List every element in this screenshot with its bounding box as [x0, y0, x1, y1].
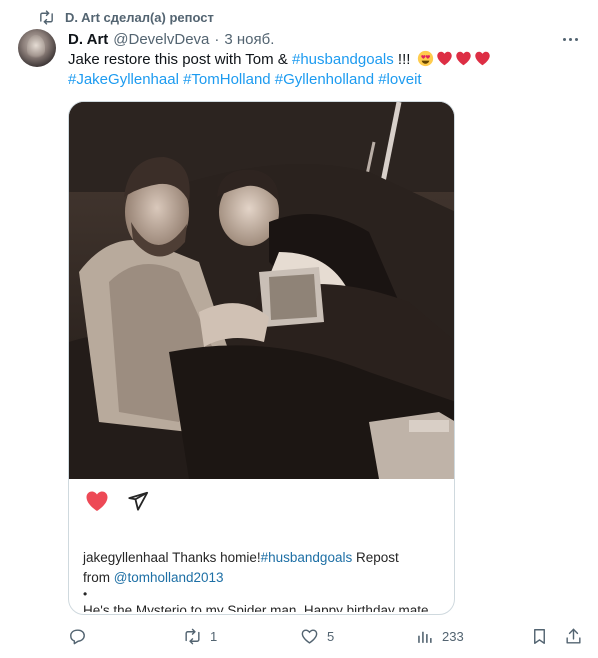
- caption-from: from: [83, 570, 114, 585]
- author-handle[interactable]: @DevelvDeva: [113, 31, 209, 48]
- red-heart-emoji: [474, 51, 490, 66]
- repost-icon: [185, 628, 200, 644]
- heart-eyes-emoji: [417, 50, 433, 67]
- share-icon: [566, 628, 581, 644]
- repost-indicator[interactable]: D. Art сделал(а) репост: [38, 8, 214, 26]
- send-icon[interactable]: [127, 490, 149, 512]
- caption-hashtag[interactable]: #husbandgoals: [261, 550, 353, 565]
- like-count: 5: [327, 628, 335, 644]
- tweet-text: Jake restore this post with Tom & #husba…: [68, 50, 578, 90]
- caption-bullet: •: [83, 587, 88, 601]
- more-options-icon[interactable]: [560, 30, 580, 48]
- views-button[interactable]: 233: [415, 624, 464, 648]
- caption-mention[interactable]: @tomholland2013: [114, 570, 224, 585]
- avatar[interactable]: [18, 29, 56, 67]
- hashtag-link[interactable]: #loveit: [378, 71, 421, 88]
- bookmark-button[interactable]: [530, 624, 549, 648]
- like-icon: [301, 628, 318, 644]
- caption-repost: Repost: [352, 550, 399, 565]
- author-name[interactable]: D. Art: [68, 31, 108, 48]
- repost-button[interactable]: 1: [183, 624, 217, 648]
- views-icon: [418, 631, 432, 643]
- hashtag-link[interactable]: #husbandgoals: [292, 51, 394, 68]
- repost-label: D. Art сделал(а) репост: [65, 9, 214, 25]
- tweet-actions: 1 5 233: [68, 624, 588, 648]
- caption-text: Thanks homie!: [168, 550, 261, 565]
- hashtag-link[interactable]: #JakeGyllenhaal: [68, 71, 179, 88]
- share-button[interactable]: [564, 624, 583, 648]
- caption-cut-line: He's the Mysterio to my Spider man. Happ…: [83, 603, 429, 612]
- tweet-header: D. Art @DevelvDeva · 3 нояб.: [68, 29, 274, 49]
- repost-count: 1: [210, 628, 218, 644]
- photo-image: [69, 102, 454, 479]
- reply-icon: [70, 628, 85, 644]
- embedded-caption: jakegyllenhaal Thanks homie!#husbandgoal…: [83, 548, 443, 612]
- heart-icon[interactable]: [85, 490, 109, 512]
- photo[interactable]: [69, 102, 454, 479]
- tweet-text-line1: Jake restore this post with Tom &: [68, 51, 292, 68]
- bookmark-icon: [534, 628, 545, 644]
- like-button[interactable]: 5: [300, 624, 334, 648]
- separator-dot: ·: [214, 30, 220, 48]
- emoji-group: [417, 50, 491, 67]
- views-count: 233: [442, 628, 464, 644]
- repost-icon: [40, 9, 53, 25]
- hashtag-link[interactable]: #Gyllenholland: [275, 71, 374, 88]
- reply-button[interactable]: [68, 624, 95, 648]
- media-card[interactable]: jakegyllenhaal Thanks homie!#husbandgoal…: [68, 101, 455, 615]
- red-heart-emoji: [455, 51, 471, 66]
- caption-username[interactable]: jakegyllenhaal: [83, 550, 169, 565]
- embedded-actions: [85, 490, 149, 512]
- tweet-date[interactable]: 3 нояб.: [224, 31, 274, 48]
- tweet-text-exclaim: !!!: [393, 51, 415, 68]
- red-heart-emoji: [436, 51, 452, 66]
- hashtag-link[interactable]: #TomHolland: [183, 71, 271, 88]
